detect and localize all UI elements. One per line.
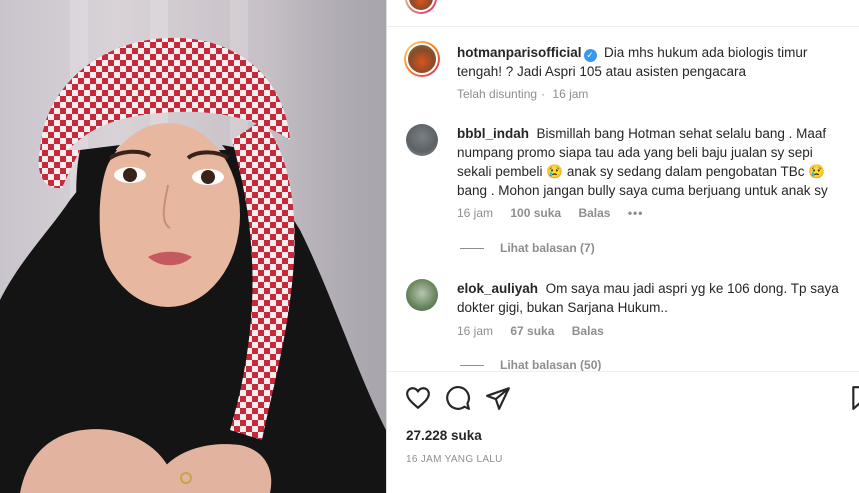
comment-meta: 16 jam 67 suka Balas [457, 324, 618, 338]
post-image [0, 0, 386, 493]
view-replies-label: Lihat balasan (50) [500, 358, 602, 371]
comment-item: bbbl_indah Bismillah bang Hotman sehat s… [457, 124, 847, 200]
comment-username[interactable]: bbbl_indah [457, 126, 529, 141]
likes-count[interactable]: 27.228 suka [406, 428, 482, 443]
comments-panel: hotmanparisofficial ✓ Dia mhs hukum ada b… [387, 0, 859, 493]
comment-time[interactable]: 16 jam [457, 324, 493, 338]
portrait-illustration [0, 37, 386, 493]
post-caption: hotmanparisofficial ✓ Dia mhs hukum ada b… [457, 43, 847, 81]
view-replies-button[interactable]: Lihat balasan (7) [460, 241, 595, 255]
comment-time[interactable]: 16 jam [457, 206, 493, 220]
heart-icon[interactable] [405, 385, 431, 411]
more-options-icon[interactable]: ••• [628, 206, 644, 220]
reply-button[interactable]: Balas [572, 324, 604, 338]
share-icon[interactable] [485, 385, 511, 411]
commenter-avatar[interactable] [406, 124, 438, 156]
view-replies-button[interactable]: Lihat balasan (50) [460, 358, 601, 371]
caption-time[interactable]: 16 jam [552, 87, 588, 101]
caption-meta: Telah disunting · 16 jam [457, 87, 589, 101]
reply-button[interactable]: Balas [578, 206, 610, 220]
verified-badge-icon: ✓ [583, 49, 597, 62]
comment-username[interactable]: elok_auliyah [457, 281, 538, 296]
bookmark-icon[interactable] [849, 385, 859, 411]
comment-likes[interactable]: 67 suka [510, 324, 554, 338]
commenter-avatar[interactable] [406, 279, 438, 311]
replies-line [460, 248, 484, 250]
post-time-ago[interactable]: 16 JAM YANG LALU [406, 454, 503, 465]
view-replies-label: Lihat balasan (7) [500, 241, 595, 255]
edited-label: Telah disunting [457, 87, 538, 101]
replies-line [460, 365, 484, 367]
header-avatar[interactable] [405, 0, 437, 14]
header-divider [387, 26, 859, 27]
comment-item: elok_auliyah Om saya mau jadi aspri yg k… [457, 279, 847, 317]
comment-meta: 16 jam 100 suka Balas ••• [457, 206, 657, 220]
author-username[interactable]: hotmanparisofficial [457, 45, 582, 60]
comment-likes[interactable]: 100 suka [510, 206, 561, 220]
comment-icon[interactable] [445, 385, 471, 411]
author-avatar[interactable] [404, 41, 440, 77]
actions-divider [387, 371, 859, 372]
